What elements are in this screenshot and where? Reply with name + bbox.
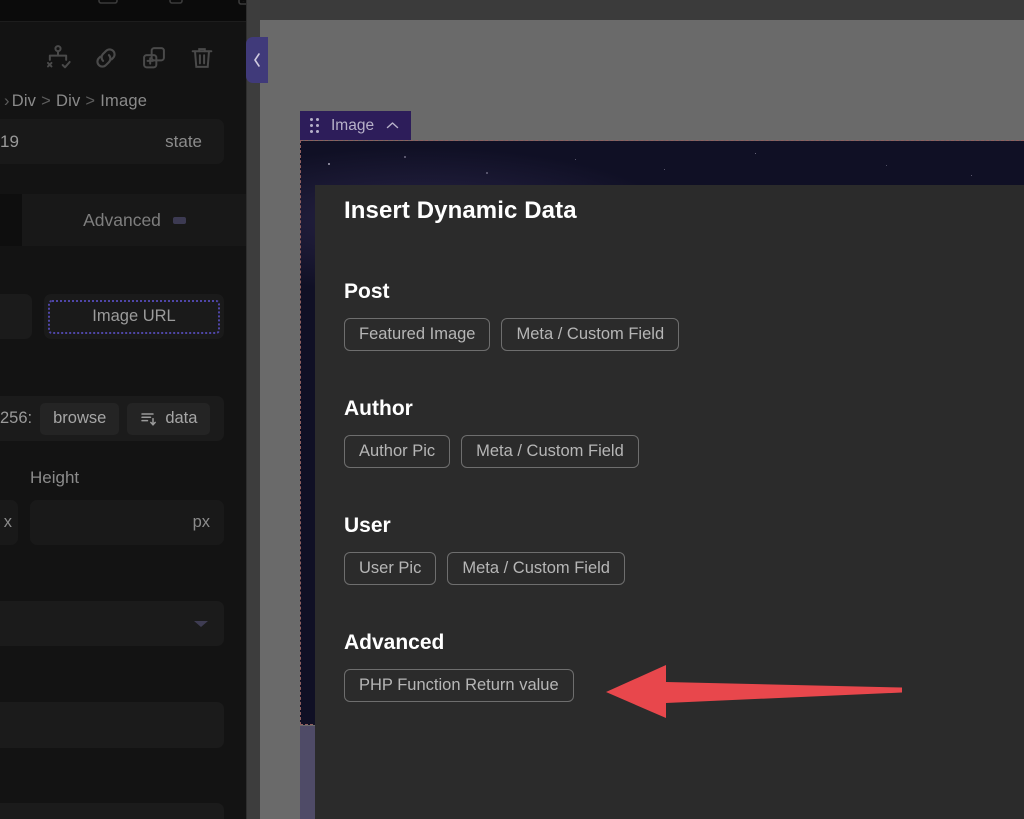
image-url-field[interactable]: Image URL [44,294,224,339]
group-button-row: User Pic Meta / Custom Field [344,552,625,585]
breadcrumb-lead: › [4,91,10,110]
object-fit-select[interactable] [0,601,224,646]
canvas-top-strip [260,0,1024,20]
tab-advanced-label: Advanced [83,209,161,230]
chevron-up-icon[interactable] [386,121,399,130]
state-row-number: 19 [0,131,19,151]
settings-input-row[interactable] [0,702,224,748]
group-button-row: PHP Function Return value [344,669,574,702]
insert-data-label: data [165,409,198,427]
element-actions-toolbar [0,30,246,86]
php-function-return-value-button[interactable]: PHP Function Return value [344,669,574,702]
group-button-row: Author Pic Meta / Custom Field [344,435,639,468]
image-dimension-label: 256: [0,409,33,427]
collapse-panel-button[interactable] [246,37,268,83]
element-badge-image[interactable]: Image [300,111,412,140]
insert-data-button[interactable]: data [127,402,211,435]
image-source-row: 256: browse data [0,396,224,441]
chevron-left-icon [251,52,263,68]
modal-group-author: Author Author Pic Meta / Custom Field [344,397,639,468]
tab-advanced[interactable]: Advanced [22,194,246,246]
breadcrumb-item-div-2[interactable]: Div [56,92,80,111]
group-title: Author [344,397,413,420]
breadcrumb-item-div-1[interactable]: Div [12,92,36,111]
breadcrumb-separator: > [41,91,51,110]
canvas-left-margin [260,726,300,819]
insert-dynamic-data-modal: Insert Dynamic Data Post Featured Image … [315,185,1024,819]
author-pic-button[interactable]: Author Pic [344,435,451,468]
width-input[interactable]: x [0,500,18,545]
tablet-view-icon[interactable] [163,0,189,10]
group-title: Advanced [344,631,445,654]
browse-button[interactable]: browse [40,402,120,435]
insert-data-icon [140,410,158,428]
state-label[interactable]: state [165,132,202,152]
left-settings-panel: › Div > Div > Image 19 state Advanced Im… [0,0,247,819]
select-parent-icon[interactable] [43,43,73,73]
modal-group-advanced: Advanced PHP Function Return value [344,631,574,702]
breadcrumb-item-image[interactable]: Image [100,92,147,111]
panel-tabs: Advanced [0,194,246,246]
duplicate-icon[interactable] [139,43,169,73]
mobile-view-icon[interactable] [230,0,246,10]
breadcrumb-separator: > [85,91,96,110]
modal-title: Insert Dynamic Data [344,197,577,224]
app-root: › Div > Div > Image 19 state Advanced Im… [0,0,1024,819]
width-height-row: x px [0,500,224,545]
chevron-down-icon [194,620,208,627]
viewport-toolbar [0,0,246,22]
desktop-view-icon[interactable] [95,0,121,10]
modal-group-post: Post Featured Image Meta / Custom Field [344,280,680,351]
settings-input-row[interactable] [0,803,224,819]
image-url-row: Image URL [0,294,224,339]
canvas-gutter [247,0,260,819]
featured-image-button[interactable]: Featured Image [344,318,491,351]
group-button-row: Featured Image Meta / Custom Field [344,318,680,351]
group-title: User [344,514,391,537]
group-title: Post [344,280,390,303]
tab-active-indicator-icon [172,216,186,224]
breadcrumb: › Div > Div > Image [0,86,246,116]
tab-spacer [0,194,22,246]
element-badge-label: Image [331,116,375,134]
modal-group-user: User User Pic Meta / Custom Field [344,514,625,585]
author-meta-custom-field-button[interactable]: Meta / Custom Field [461,435,639,468]
drag-grip-icon[interactable] [310,118,319,133]
link-icon[interactable] [91,43,121,73]
user-meta-custom-field-button[interactable]: Meta / Custom Field [447,552,625,585]
height-label: Height [30,468,80,487]
trash-icon[interactable] [187,43,217,73]
user-pic-button[interactable]: User Pic [344,552,437,585]
post-meta-custom-field-button[interactable]: Meta / Custom Field [501,318,680,351]
image-url-input[interactable]: Image URL [48,299,220,334]
state-selector-row[interactable]: 19 state [0,119,224,164]
image-url-label-stub [0,294,32,339]
browse-button-label: browse [53,409,107,427]
height-input[interactable]: px [30,500,224,545]
